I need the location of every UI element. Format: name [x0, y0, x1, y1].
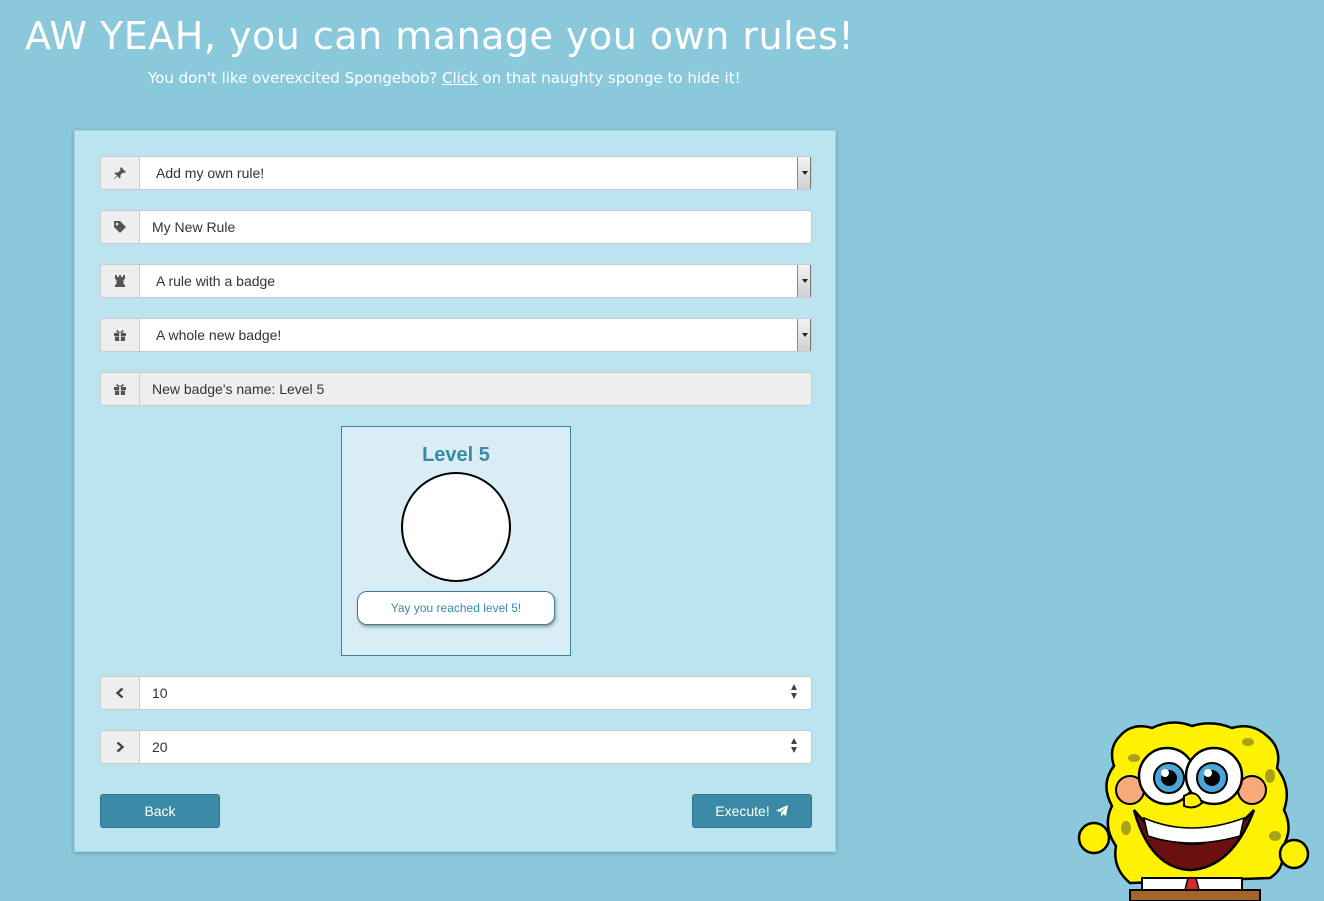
back-button[interactable]: Back [100, 794, 220, 828]
tag-icon [100, 210, 139, 244]
badge-source-select[interactable]: A whole new badge! [139, 318, 812, 352]
send-icon [775, 805, 788, 817]
gift-icon [100, 318, 139, 352]
max-value: 20 [152, 739, 168, 755]
rule-kind-field: A rule with a badge [100, 264, 812, 298]
min-value-spinner[interactable] [791, 684, 797, 699]
rule-type-select[interactable]: Add my own rule! [139, 156, 812, 190]
rule-type-value: Add my own rule! [156, 165, 265, 181]
rule-kind-value: A rule with a badge [156, 273, 276, 289]
max-value-input[interactable]: 20 [139, 730, 812, 764]
rule-form-panel: Add my own rule! My New Rule A rule with… [74, 130, 836, 852]
badge-preview-title: Level 5 [422, 444, 490, 466]
hide-sponge-link[interactable]: Click [442, 69, 478, 87]
max-value-spinner[interactable] [791, 738, 797, 753]
chevron-right-icon [100, 730, 139, 764]
spinner-down-icon[interactable] [791, 693, 797, 699]
min-value-input[interactable]: 10 [139, 676, 812, 710]
badge-preview-description: Yay you reached level 5! [357, 591, 555, 625]
chevron-left-icon [100, 676, 139, 710]
rule-type-field: Add my own rule! [100, 156, 812, 190]
min-value: 10 [152, 685, 168, 701]
rule-name-input[interactable]: My New Rule [139, 210, 812, 244]
spinner-up-icon[interactable] [791, 684, 797, 690]
spongebob-illustration[interactable] [1072, 718, 1312, 901]
subtitle-text-before: You don't like overexcited Spongebob? [148, 69, 443, 87]
back-button-label: Back [144, 803, 176, 819]
gift-icon [100, 372, 139, 406]
max-value-field: 20 [100, 730, 812, 764]
badge-preview-card: Level 5 Yay you reached level 5! [341, 426, 571, 656]
badge-name-input[interactable]: New badge's name: Level 5 [139, 372, 812, 406]
execute-button[interactable]: Execute! [692, 794, 812, 828]
badge-source-value: A whole new badge! [156, 327, 282, 343]
rule-name-field: My New Rule [100, 210, 812, 244]
page-title: AW YEAH, you can manage you own rules! [25, 14, 855, 58]
rule-type-dropdown-arrow-icon[interactable] [797, 157, 811, 189]
badge-source-field: A whole new badge! [100, 318, 812, 352]
page: AW YEAH, you can manage you own rules! Y… [0, 0, 1324, 901]
badge-image-placeholder [401, 472, 511, 582]
rule-kind-select[interactable]: A rule with a badge [139, 264, 812, 298]
spinner-up-icon[interactable] [791, 738, 797, 744]
page-subtitle: You don't like overexcited Spongebob? Cl… [148, 69, 741, 87]
min-value-field: 10 [100, 676, 812, 710]
pin-icon [100, 156, 139, 190]
rule-kind-dropdown-arrow-icon[interactable] [797, 265, 811, 297]
rule-name-value: My New Rule [152, 219, 236, 235]
subtitle-text-after: on that naughty sponge to hide it! [477, 69, 741, 87]
execute-button-label: Execute! [715, 803, 770, 819]
badge-name-value: New badge's name: Level 5 [152, 381, 325, 397]
badge-name-field: New badge's name: Level 5 [100, 372, 812, 406]
rook-icon [100, 264, 139, 298]
spinner-down-icon[interactable] [791, 747, 797, 753]
badge-source-dropdown-arrow-icon[interactable] [797, 319, 811, 351]
